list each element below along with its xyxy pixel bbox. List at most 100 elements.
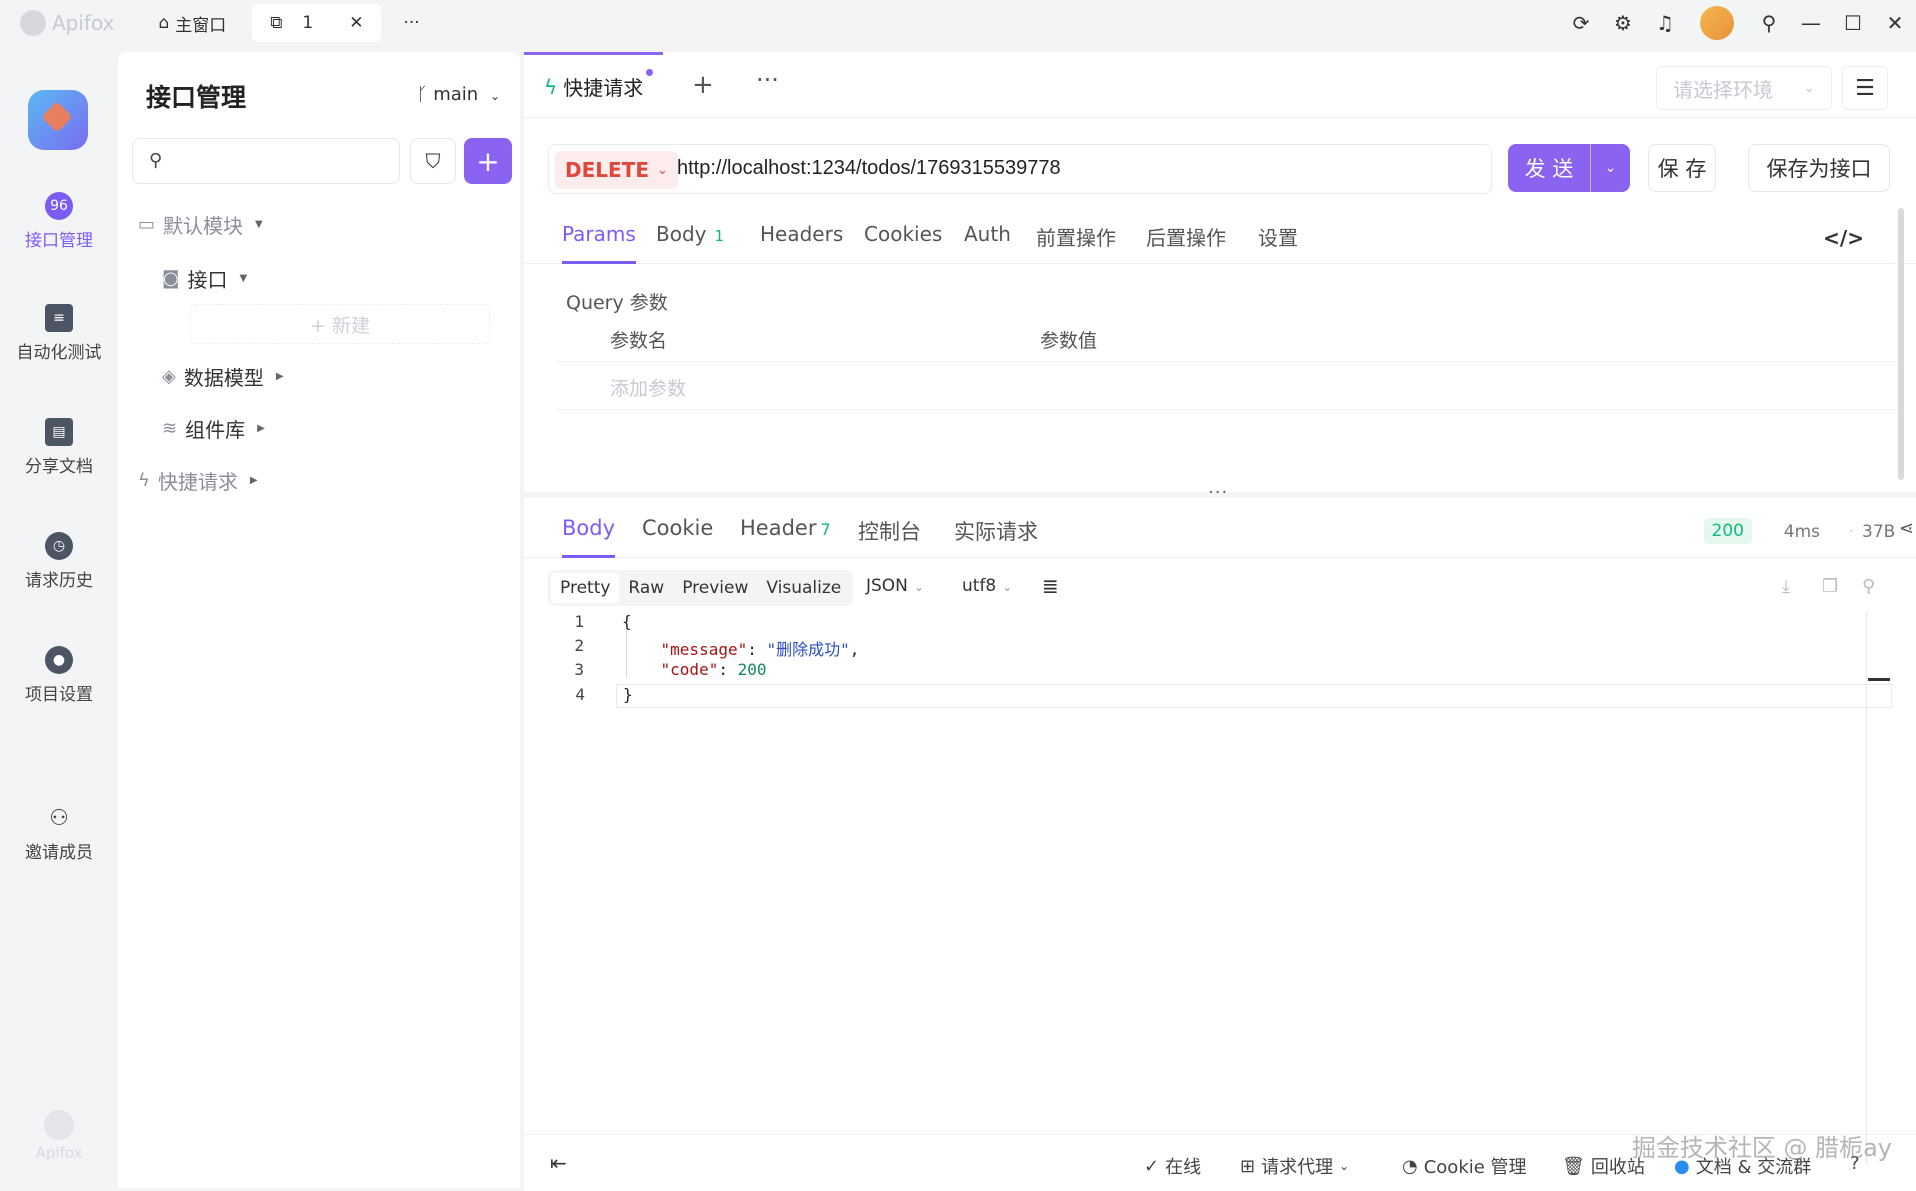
tab-pre-processors[interactable]: 前置操作 — [1036, 222, 1116, 264]
rail-item-docs[interactable]: ▤ 分享文档 — [0, 418, 118, 477]
rail-item-invite[interactable]: ⚇ 邀请成员 — [0, 804, 118, 864]
pin-icon[interactable]: ⚲ — [1748, 0, 1790, 46]
collapse-sidebar-icon[interactable]: ⇤ — [550, 1151, 567, 1175]
more-tabs-button[interactable]: ··· — [385, 4, 437, 42]
tree-quick-request[interactable]: ϟ 快捷请求 ▶ — [138, 466, 258, 495]
tree-api[interactable]: ◙ 接口 ▼ — [162, 264, 247, 293]
rail-item-history[interactable]: ◷ 请求历史 — [0, 532, 118, 591]
app-logo: Apifox — [20, 10, 114, 36]
tree-data-model[interactable]: ◈ 数据模型 ▶ — [162, 362, 284, 391]
line-number: 3 — [574, 660, 584, 679]
add-param-row[interactable]: 添加参数 — [556, 362, 1898, 410]
save-as-api-button[interactable]: 保存为接口 — [1748, 144, 1890, 192]
chevron-down-icon[interactable]: ⌄ — [1590, 144, 1630, 192]
search-icon[interactable]: ⚲ — [1862, 576, 1875, 597]
format-preview[interactable]: Preview — [673, 573, 757, 603]
response-tab-console[interactable]: 控制台 — [858, 516, 921, 558]
tab-bar: ϟ 快捷请求 + ··· 请选择环境 ⌄ ☰ — [524, 52, 1916, 118]
content-type-select[interactable]: JSON ⌄ — [866, 576, 924, 596]
window-close-icon[interactable]: ✕ — [1874, 0, 1916, 46]
tab-label: Cookies — [864, 222, 943, 246]
word-wrap-icon[interactable]: ≣ — [1042, 574, 1059, 598]
project-icon[interactable] — [28, 90, 88, 150]
method-select[interactable]: DELETE ⌄ — [555, 151, 678, 189]
tab-badge: 7 — [820, 520, 831, 539]
tree-label: 接口 — [187, 268, 228, 292]
save-button[interactable]: 保 存 — [1648, 144, 1716, 192]
cookie-management[interactable]: ◔ Cookie 管理 — [1402, 1153, 1527, 1179]
rail-item-test[interactable]: ≡ 自动化测试 — [0, 304, 118, 363]
caret-down-icon: ▼ — [255, 219, 263, 230]
code-line: 1 { — [524, 612, 1916, 636]
drag-handle-icon[interactable]: ··· — [1208, 482, 1228, 503]
maximize-icon[interactable]: ☐ — [1832, 0, 1874, 46]
tab-headers[interactable]: Headers — [760, 222, 843, 264]
resize-divider[interactable]: ··· — [524, 482, 1916, 503]
tab-params[interactable]: Params — [562, 222, 636, 264]
rail-brand-label: Apifox — [35, 1144, 83, 1162]
left-rail: 96 接口管理 ≡ 自动化测试 ▤ 分享文档 ◷ 请求历史 ● 项目设置 ⚇ 邀… — [0, 46, 118, 1191]
close-icon[interactable]: ✕ — [349, 13, 363, 33]
caret-right-icon: ▶ — [275, 371, 284, 382]
tab-label: Auth — [964, 222, 1011, 246]
content-type-label: JSON — [866, 576, 908, 596]
rail-item-settings[interactable]: ● 项目设置 — [0, 646, 118, 705]
layers-icon: ≋ — [162, 418, 178, 439]
response-tab-cookie[interactable]: Cookie — [642, 516, 713, 558]
encoding-select[interactable]: utf8 ⌄ — [962, 576, 1012, 596]
search-input[interactable]: ⚲ — [132, 138, 400, 184]
hamburger-icon: ☰ — [1855, 75, 1875, 101]
new-tab-button[interactable]: + — [692, 70, 714, 100]
code-icon[interactable]: </> — [1823, 226, 1864, 250]
proxy-label: 请求代理 — [1261, 1157, 1334, 1178]
method-label: DELETE — [565, 158, 649, 182]
filter-icon: ⛉ — [425, 149, 441, 173]
tab-cookies[interactable]: Cookies — [864, 222, 942, 264]
new-item-button[interactable]: + 新建 — [190, 304, 490, 344]
response-tab-actual-request[interactable]: 实际请求 — [954, 516, 1038, 558]
bell-icon[interactable]: ♫ — [1644, 0, 1686, 46]
request-tabs: Params Body 1 Headers Cookies Auth 前置操作 后… — [524, 212, 1916, 264]
branch-selector[interactable]: ᚴ main ⌄ — [417, 84, 500, 105]
format-raw[interactable]: Raw — [619, 573, 673, 603]
tab-body[interactable]: Body 1 — [656, 222, 724, 264]
home-tab[interactable]: ⌂ 主窗口 — [140, 4, 244, 42]
menu-button[interactable]: ☰ — [1842, 66, 1888, 110]
more-icon[interactable]: ··· — [756, 66, 779, 94]
environment-select[interactable]: 请选择环境 ⌄ — [1656, 66, 1832, 110]
send-button[interactable]: 发 送 ⌄ — [1508, 144, 1630, 192]
tab-quick-request[interactable]: ϟ 快捷请求 — [524, 52, 664, 118]
avatar[interactable] — [1700, 6, 1734, 40]
copy-icon[interactable]: ❐ — [1822, 576, 1838, 597]
sync-icon[interactable]: ⟳ — [1560, 0, 1602, 46]
tab-settings[interactable]: 设置 — [1258, 222, 1298, 264]
filter-button[interactable]: ⛉ — [410, 138, 456, 184]
response-tab-body[interactable]: Body — [562, 516, 616, 558]
tab-post-processors[interactable]: 后置操作 — [1146, 222, 1226, 264]
tree-default-module[interactable]: ▭ 默认模块 ▼ — [138, 210, 263, 239]
cookie-icon: ◔ — [1402, 1155, 1418, 1177]
sidebar-title: 接口管理 — [146, 83, 247, 112]
send-label: 发 送 — [1524, 157, 1574, 181]
tab-auth[interactable]: Auth — [964, 222, 1011, 264]
download-icon[interactable]: ⤓ — [1782, 576, 1790, 597]
minimap-ruler — [1866, 612, 1867, 1164]
indent-guide — [626, 630, 627, 678]
format-pretty[interactable]: Pretty — [551, 573, 620, 603]
minimize-icon[interactable]: — — [1790, 0, 1832, 46]
gear-icon[interactable]: ⚙ — [1602, 0, 1644, 46]
window-tab[interactable]: ⧉ 1 ✕ — [252, 4, 382, 42]
tree-components[interactable]: ≋ 组件库 ▶ — [162, 414, 265, 443]
scrollbar[interactable] — [1898, 208, 1904, 480]
response-time: 4ms — [1783, 522, 1820, 542]
app-name: Apifox — [52, 11, 115, 35]
share-icon[interactable]: ⋖ — [1899, 518, 1914, 539]
rail-item-api[interactable]: 96 接口管理 — [0, 192, 118, 251]
format-visualize[interactable]: Visualize — [757, 573, 850, 603]
online-status[interactable]: ✓ 在线 — [1144, 1153, 1201, 1179]
response-tab-header[interactable]: Header 7 — [740, 516, 831, 558]
url-input[interactable]: http://localhost:1234/todos/176931553977… — [677, 157, 1061, 180]
add-button[interactable]: + — [464, 138, 512, 184]
request-proxy[interactable]: ⊞ 请求代理 ⌄ — [1240, 1153, 1349, 1179]
chevron-down-icon: ⌄ — [656, 162, 668, 178]
